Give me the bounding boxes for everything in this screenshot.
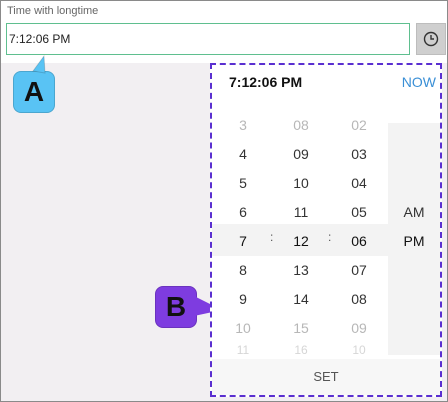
hour-option[interactable]: 10 (225, 314, 261, 343)
hour-option[interactable]: 4 (225, 140, 261, 169)
hour-option[interactable]: 6 (225, 198, 261, 227)
minute-option[interactable]: 16 (283, 343, 319, 357)
second-option[interactable]: 09 (341, 314, 377, 343)
minute-option[interactable]: 10 (283, 169, 319, 198)
hour-option[interactable]: 5 (225, 169, 261, 198)
minute-option[interactable]: 13 (283, 256, 319, 285)
callout-b: B (155, 286, 197, 328)
minute-option[interactable]: 15 (283, 314, 319, 343)
minute-second-separator: : (328, 230, 332, 244)
hours-column[interactable]: 3 4 5 6 7 8 9 10 11 (225, 111, 261, 357)
second-option[interactable]: 08 (341, 285, 377, 314)
hour-option[interactable]: 8 (225, 256, 261, 285)
hour-option-selected[interactable]: 7 (225, 227, 261, 256)
second-option[interactable]: 03 (341, 140, 377, 169)
second-option[interactable]: 07 (341, 256, 377, 285)
minute-option[interactable]: 08 (283, 111, 319, 140)
hour-option[interactable]: 3 (225, 111, 261, 140)
seconds-column[interactable]: 02 03 04 05 06 07 08 09 10 (341, 111, 377, 357)
hour-option[interactable]: 9 (225, 285, 261, 314)
time-field-container: Time with longtime 7:12:06 PM (1, 1, 447, 63)
second-option[interactable]: 02 (341, 111, 377, 140)
minutes-column[interactable]: 08 09 10 11 12 13 14 15 16 (283, 111, 319, 357)
time-input[interactable]: 7:12:06 PM (6, 23, 410, 55)
callout-a: A (13, 71, 55, 113)
am-option[interactable]: AM (388, 198, 440, 227)
set-button[interactable]: SET (212, 359, 440, 395)
minute-option[interactable]: 11 (283, 198, 319, 227)
hour-minute-separator: : (270, 230, 274, 244)
picker-header: 7:12:06 PM NOW (212, 65, 440, 105)
clock-button[interactable] (416, 23, 446, 55)
pm-option-selected[interactable]: PM (388, 227, 440, 256)
field-label: Time with longtime (7, 5, 99, 17)
minute-option-selected[interactable]: 12 (283, 227, 319, 256)
minute-option[interactable]: 09 (283, 140, 319, 169)
second-option-selected[interactable]: 06 (341, 227, 377, 256)
now-button[interactable]: NOW (402, 74, 436, 90)
second-option[interactable]: 05 (341, 198, 377, 227)
second-option[interactable]: 04 (341, 169, 377, 198)
selected-time: 7:12:06 PM (229, 74, 303, 90)
time-picker-popup: 7:12:06 PM NOW 3 4 5 6 7 8 9 10 11 08 09… (210, 63, 442, 397)
clock-icon (423, 31, 439, 47)
second-option[interactable]: 10 (341, 343, 377, 357)
minute-option[interactable]: 14 (283, 285, 319, 314)
hour-option[interactable]: 11 (225, 343, 261, 357)
